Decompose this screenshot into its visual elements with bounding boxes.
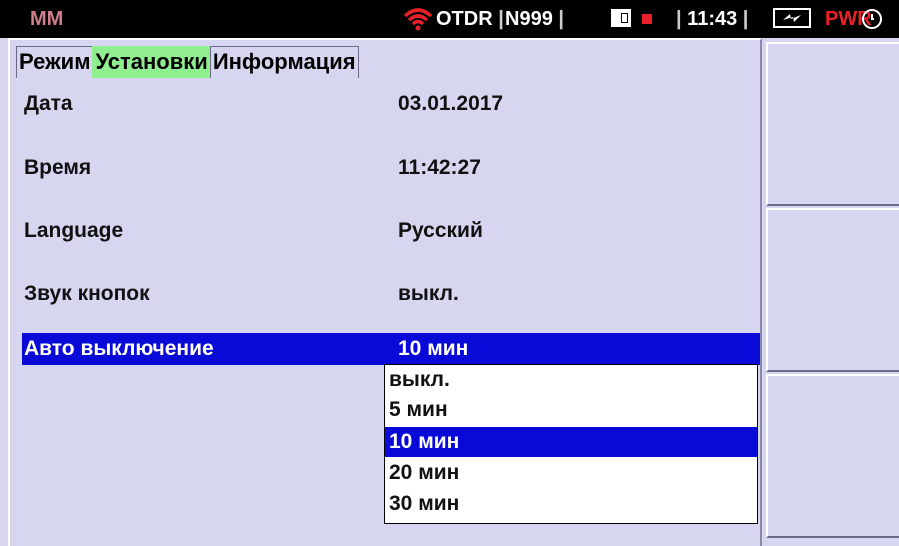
setting-row-language[interactable]: Language Русский xyxy=(22,215,760,247)
setting-row-auto-off[interactable]: Авто выключение 10 мин xyxy=(22,333,760,365)
auto-off-dropdown[interactable]: выкл. 5 мин 10 мин 20 мин 30 мин xyxy=(384,364,758,524)
setting-value: 03.01.2017 xyxy=(398,92,504,115)
setting-label: Звук кнопок xyxy=(24,282,150,305)
softkey-panel xyxy=(766,42,899,546)
tab-mode[interactable]: Режим xyxy=(16,46,94,78)
setting-value: выкл. xyxy=(398,282,459,305)
wifi-icon xyxy=(403,7,433,37)
softkey-1[interactable] xyxy=(766,42,899,206)
mode-indicator: MM xyxy=(30,8,64,30)
dropdown-option[interactable]: 5 мин xyxy=(385,395,757,425)
app-name: OTDR | xyxy=(436,8,504,30)
tab-bar: Режим Установки Информация xyxy=(16,46,359,78)
setting-value: 10 мин xyxy=(398,337,469,360)
device-name: N999 | xyxy=(505,8,564,30)
record-indicator-icon xyxy=(642,14,652,24)
setting-label: Дата xyxy=(24,92,73,115)
tab-settings[interactable]: Установки xyxy=(92,46,211,78)
setting-value: 11:42:27 xyxy=(398,156,481,179)
setting-label: Авто выключение xyxy=(24,337,214,360)
sd-card-icon xyxy=(611,9,631,27)
dropdown-option[interactable]: 30 мин xyxy=(385,489,757,519)
clock-icon xyxy=(862,9,882,29)
dropdown-option[interactable]: выкл. xyxy=(385,365,757,395)
softkey-2[interactable] xyxy=(766,208,899,372)
clock-time: | 11:43 | xyxy=(676,8,749,30)
settings-panel: Режим Установки Информация Дата 03.01.20… xyxy=(8,38,762,546)
setting-row-key-sound[interactable]: Звук кнопок выкл. xyxy=(22,278,760,310)
setting-value: Русский xyxy=(398,219,483,242)
status-bar: MM OTDR | N999 | | 11:43 | PWR xyxy=(0,0,899,38)
softkey-3[interactable] xyxy=(766,374,899,538)
setting-label: Language xyxy=(24,219,124,242)
setting-row-time[interactable]: Время 11:42:27 xyxy=(22,152,760,184)
dropdown-option[interactable]: 20 мин xyxy=(385,458,757,488)
tab-information[interactable]: Информация xyxy=(209,46,359,78)
setting-label: Время xyxy=(24,156,92,179)
battery-charging-icon xyxy=(773,8,811,28)
setting-row-date[interactable]: Дата 03.01.2017 xyxy=(22,88,760,120)
dropdown-option-selected[interactable]: 10 мин xyxy=(385,427,757,457)
